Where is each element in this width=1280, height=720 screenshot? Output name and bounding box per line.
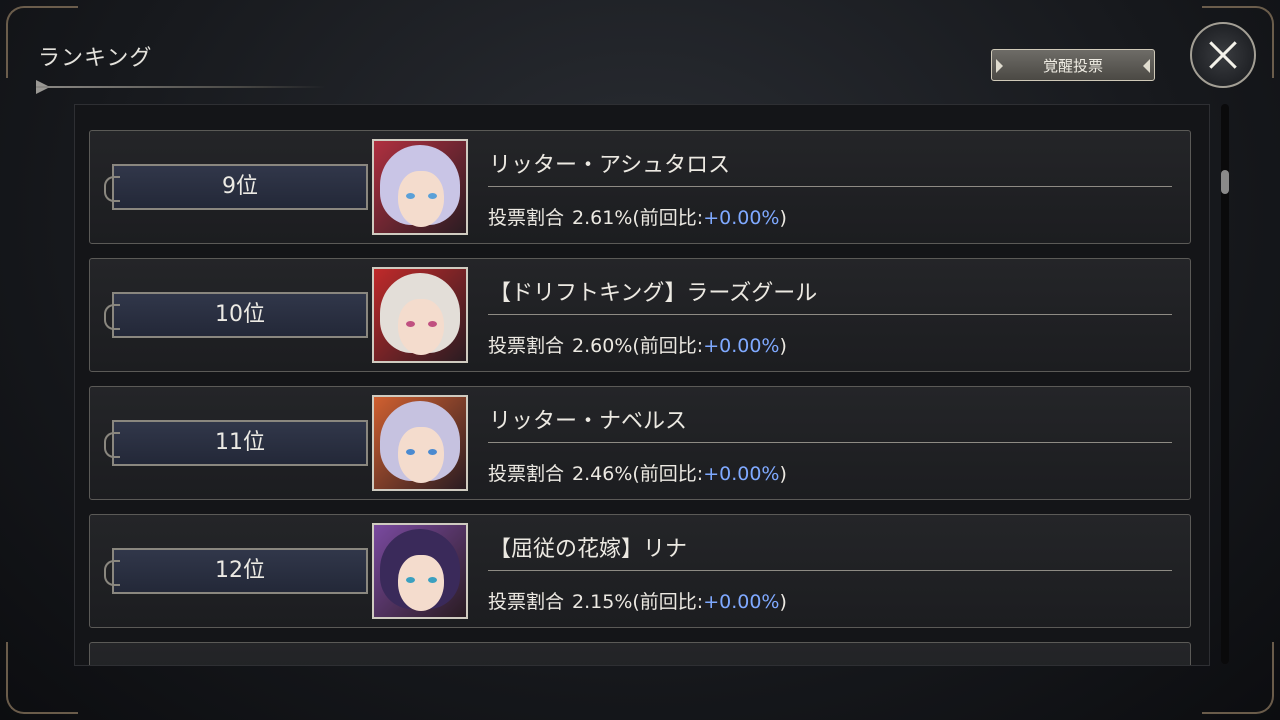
awaken-vote-button[interactable]: 覚醒投票 <box>991 49 1155 81</box>
vote-delta: +0.00% <box>703 335 780 357</box>
character-name: 【屈従の花嫁】リナ <box>489 537 688 562</box>
character-portrait[interactable] <box>372 523 468 619</box>
rank-label: 11位 <box>215 430 265 455</box>
page-title: ランキング <box>38 46 153 71</box>
title-divider <box>36 86 326 88</box>
vote-delta: +0.00% <box>703 207 780 229</box>
ranking-list[interactable]: 9位 リッター・アシュタロス 投票割合 2.61%(前回比:+0.00%) 10位… <box>74 104 1210 666</box>
ranking-row[interactable]: 9位 リッター・アシュタロス 投票割合 2.61%(前回比:+0.00%) <box>89 130 1191 244</box>
name-divider <box>488 570 1172 571</box>
character-portrait[interactable] <box>372 139 468 235</box>
vote-percentage: 2.46% <box>572 463 633 485</box>
rank-plate: 12位 <box>104 548 368 594</box>
close-button[interactable] <box>1190 22 1256 88</box>
name-divider <box>488 314 1172 315</box>
character-name: リッター・アシュタロス <box>489 153 731 178</box>
ornament-frame-bottom-left <box>6 642 78 714</box>
vote-percentage: 2.61% <box>572 207 633 229</box>
ranking-row-partial[interactable] <box>89 642 1191 665</box>
ranking-row[interactable]: 11位 リッター・ナベルス 投票割合 2.46%(前回比:+0.00%) <box>89 386 1191 500</box>
name-divider <box>488 186 1172 187</box>
vote-percentage: 2.15% <box>572 591 633 613</box>
rank-label: 10位 <box>215 302 265 327</box>
vote-percentage: 2.60% <box>572 335 633 357</box>
vote-delta: +0.00% <box>703 591 780 613</box>
ranking-row[interactable]: 10位 【ドリフトキング】ラーズグール 投票割合 2.60%(前回比:+0.00%… <box>89 258 1191 372</box>
rank-plate: 11位 <box>104 420 368 466</box>
rank-plate: 10位 <box>104 292 368 338</box>
character-name: 【ドリフトキング】ラーズグール <box>489 281 818 306</box>
vote-share: 投票割合 2.15%(前回比:+0.00%) <box>488 591 787 613</box>
ranking-row[interactable]: 12位 【屈従の花嫁】リナ 投票割合 2.15%(前回比:+0.00%) <box>89 514 1191 628</box>
ornament-frame-bottom-right <box>1202 642 1274 714</box>
character-portrait[interactable] <box>372 267 468 363</box>
vote-share: 投票割合 2.61%(前回比:+0.00%) <box>488 207 787 229</box>
character-portrait[interactable] <box>372 395 468 491</box>
name-divider <box>488 442 1172 443</box>
vote-share: 投票割合 2.60%(前回比:+0.00%) <box>488 335 787 357</box>
rank-label: 12位 <box>215 558 265 583</box>
rank-label: 9位 <box>222 174 258 199</box>
character-name: リッター・ナベルス <box>489 409 688 434</box>
rank-plate: 9位 <box>104 164 368 210</box>
vote-share: 投票割合 2.46%(前回比:+0.00%) <box>488 463 787 485</box>
vote-delta: +0.00% <box>703 463 780 485</box>
scrollbar-thumb[interactable] <box>1221 170 1229 194</box>
